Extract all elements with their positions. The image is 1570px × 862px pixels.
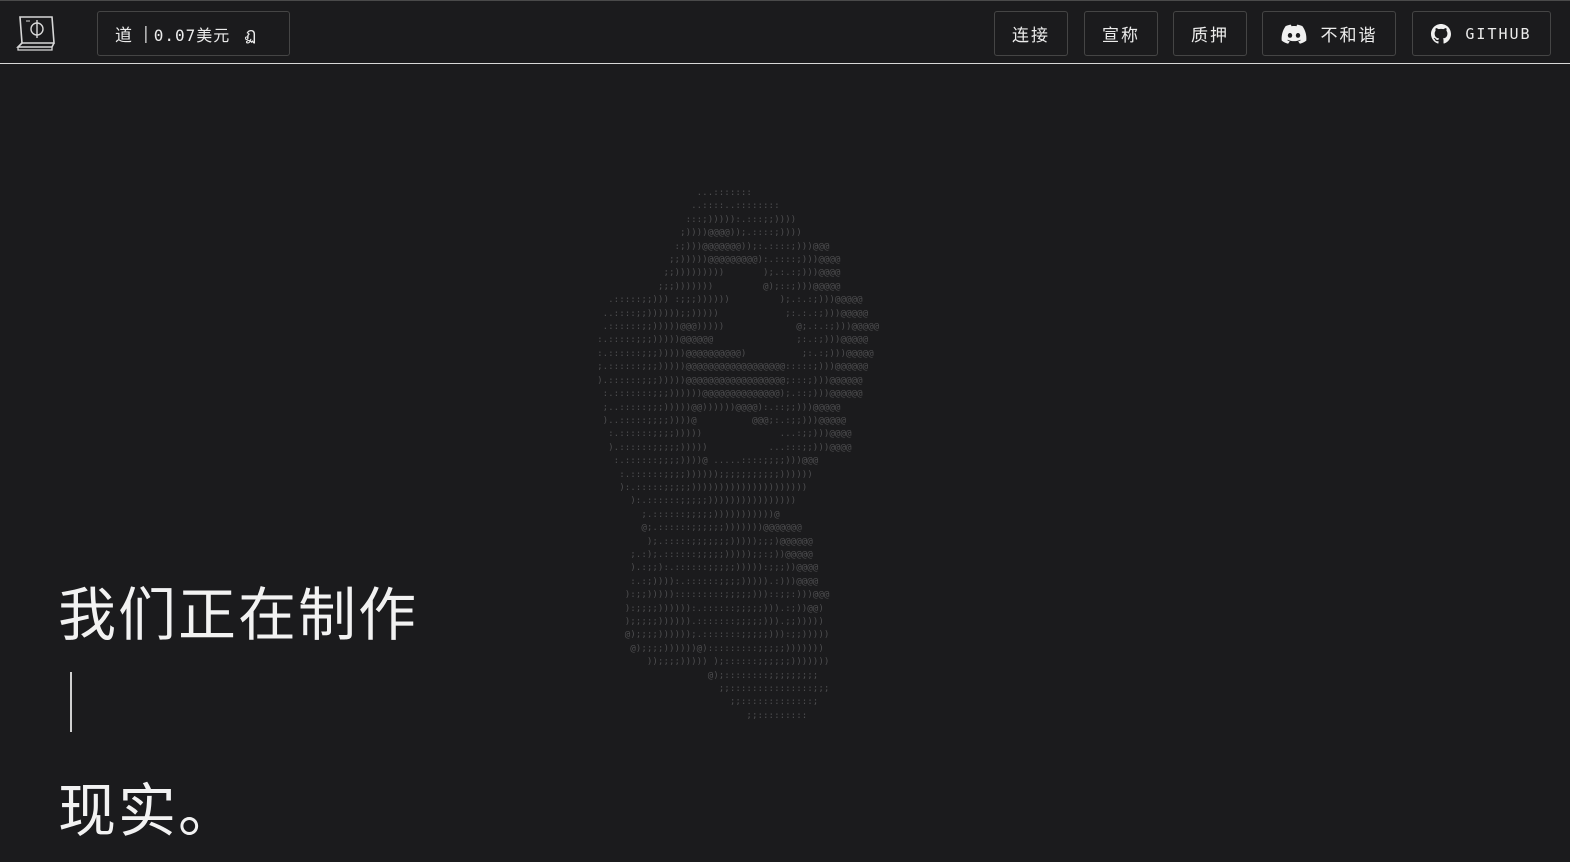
claim-button[interactable]: 宣称 [1084, 11, 1158, 56]
token-price: 0.07美元 [153, 25, 231, 45]
github-icon [1431, 23, 1452, 44]
discord-button[interactable]: 不和谐 [1262, 11, 1396, 56]
price-glyph: ฏ [244, 24, 258, 45]
hero-headline-line1: 我们正在制作 [58, 581, 419, 649]
hero-headline-line2: 现实。 [58, 777, 239, 845]
github-button[interactable]: GITHUB [1412, 11, 1551, 56]
stake-button[interactable]: 质押 [1173, 11, 1247, 56]
github-button-label: GITHUB [1465, 24, 1532, 43]
discord-button-label: 不和谐 [1320, 26, 1378, 46]
book-phi-icon[interactable] [14, 13, 58, 53]
stake-button-label: 质押 [1191, 26, 1229, 46]
ascii-art-figure: ...::::::: ..::::..:::::::: :::;))))):.:… [597, 187, 880, 721]
token-price-display[interactable]: 道 | 0.07美元 ฏ [97, 11, 290, 56]
discord-icon [1281, 24, 1307, 44]
connect-button[interactable]: 连接 [994, 11, 1068, 56]
top-navigation-bar: 道 | 0.07美元 ฏ 连接 宣称 质押 不和谐 GITHUB [0, 0, 1570, 64]
token-symbol: 道 [115, 26, 133, 46]
claim-button-label: 宣称 [1102, 26, 1140, 46]
text-cursor [70, 672, 72, 732]
connect-button-label: 连接 [1012, 26, 1050, 46]
price-separator: | [143, 23, 150, 44]
